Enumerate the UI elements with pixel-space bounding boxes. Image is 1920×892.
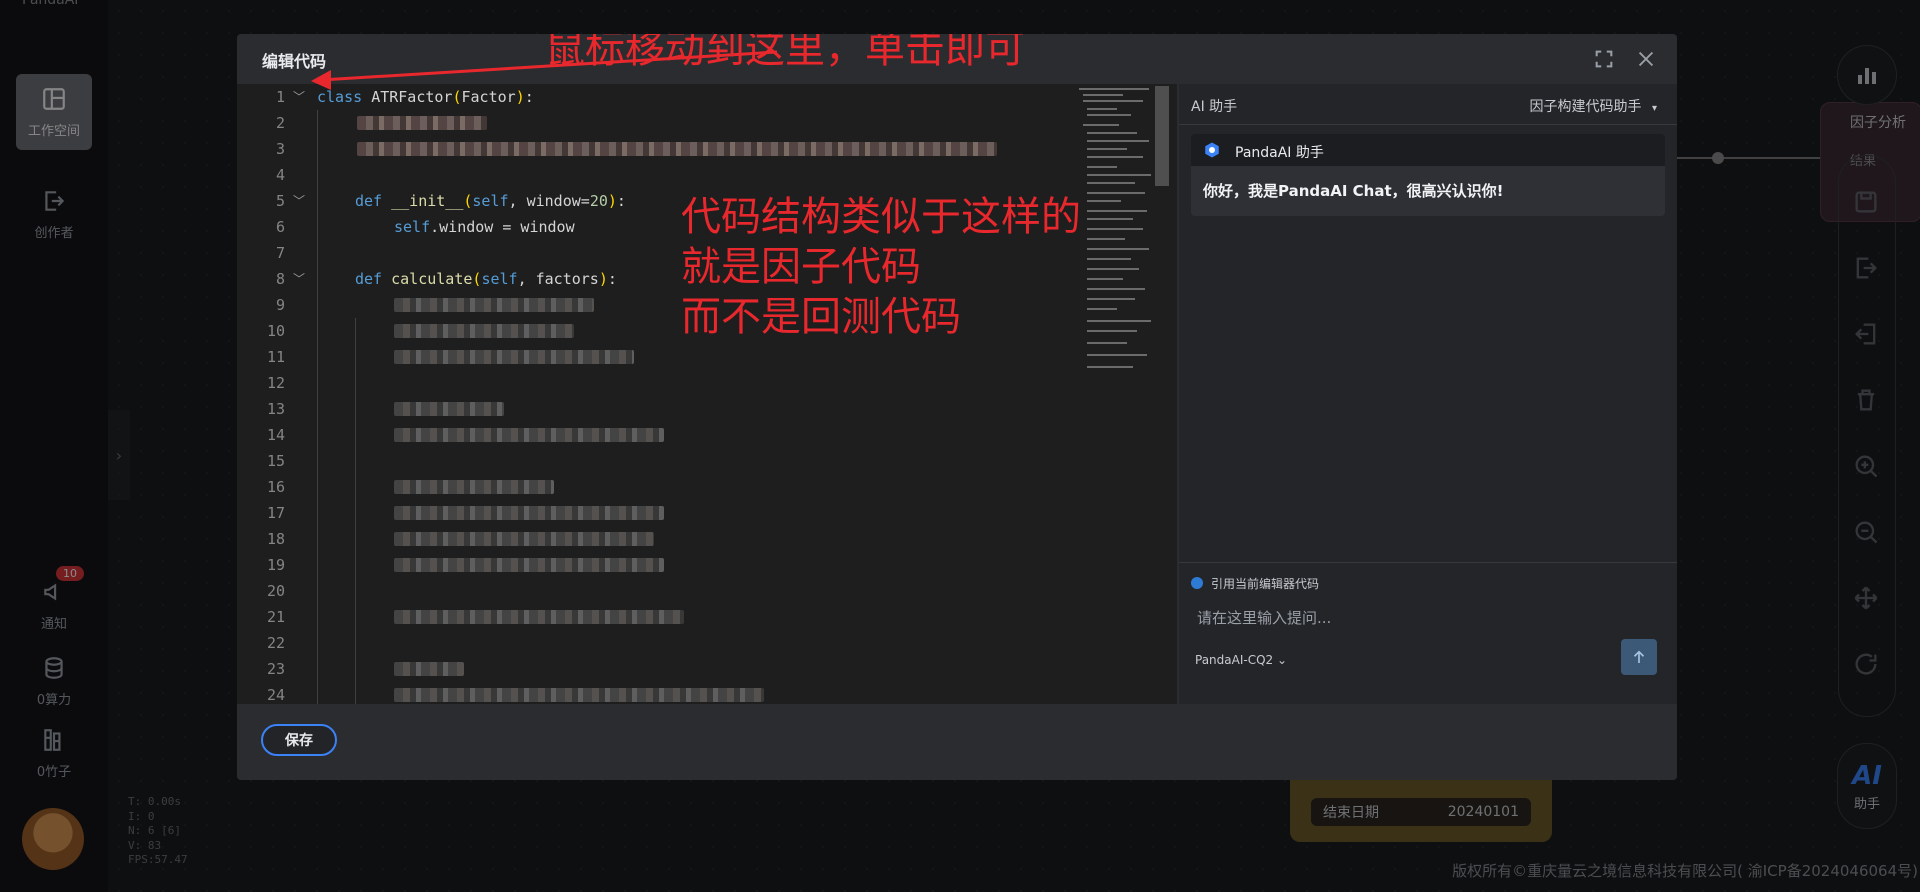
fullscreen-icon[interactable] [1593,48,1615,70]
caret-down-icon: ▾ [1651,103,1657,114]
reference-checkbox[interactable] [1191,577,1203,589]
redacted-code [394,662,464,676]
chat-message-header: PandaAI 助手 [1191,134,1665,166]
save-button[interactable]: 保存 [261,724,337,756]
code-line: 18 [237,526,1177,552]
reference-label: 引用当前编辑器代码 [1211,577,1320,591]
code-line: 14 [237,422,1177,448]
code-line: 3 [237,136,1177,162]
structure-annotation-2: 就是因子代码 [681,244,921,290]
code-line: 20 [266,582,285,600]
editor-scrollbar[interactable] [1155,86,1169,186]
ai-assistant-panel: AI 助手 因子构建代码助手 ▾ PandaAI 助手 你好，我是PandaAI… [1179,84,1677,704]
bot-name: PandaAI 助手 [1235,145,1324,161]
redacted-code [357,142,997,156]
assistant-title: AI 助手 [1191,99,1238,115]
redacted-code [394,688,764,702]
code-line: 22 [266,634,285,652]
redacted-code [394,480,554,494]
bot-greeting: 你好，我是PandaAI Chat，很高兴认识你! [1203,182,1504,200]
redacted-code [394,610,684,624]
chat-message: PandaAI 助手 你好，我是PandaAI Chat，很高兴认识你! [1191,134,1665,216]
code-line: 15 [266,452,285,470]
arrow-up-icon [1633,650,1645,663]
redacted-code [394,350,634,364]
redacted-code [394,558,664,572]
code-line: 24 [237,682,1177,704]
assistant-selector[interactable]: 因子构建代码助手 ▾ [1530,96,1657,116]
send-button[interactable] [1621,639,1657,675]
code-line: 21 [237,604,1177,630]
close-icon[interactable] [1635,48,1657,70]
code-line: 13 [237,396,1177,422]
prompt-input[interactable] [1195,605,1599,631]
fold-chevron-icon[interactable]: ﹀ [293,188,305,214]
model-selector[interactable]: PandaAI-CQ2 ⌄ [1195,653,1287,667]
redacted-code [394,428,664,442]
redacted-code [394,506,664,520]
code-line: 12 [266,374,285,392]
structure-annotation-1: 代码结构类似于这样的 [681,194,1081,240]
redacted-code [394,532,654,546]
code-editor[interactable]: 1 ﹀ class ATRFactor(Factor): 2 3 4 5 ﹀ d… [237,84,1177,704]
divider [1179,124,1677,125]
redacted-code [394,324,574,338]
fold-chevron-icon[interactable]: ﹀ [293,84,305,110]
redacted-code [394,402,504,416]
chevron-down-icon: ⌄ [1273,653,1288,667]
code-line: 4 [275,166,285,184]
code-line: 17 [237,500,1177,526]
structure-annotation-3: 而不是回测代码 [681,294,961,340]
code-line: 19 [237,552,1177,578]
modal-footer: 保存 [237,704,1677,780]
code-line: 11 [237,344,1177,370]
edit-code-modal: 编辑代码 1 ﹀ class ATRFactor(Factor): 2 3 4 … [237,34,1677,780]
pandaai-logo-icon [1205,142,1219,158]
redacted-code [394,298,594,312]
code-line: 16 [237,474,1177,500]
code-line: 23 [237,656,1177,682]
arrow-annotation: 鼠标移动到这里，单击即可 [545,34,1025,72]
chat-input-zone: 引用当前编辑器代码 PandaAI-CQ2 ⌄ [1179,562,1677,705]
fold-chevron-icon[interactable]: ﹀ [293,266,305,292]
